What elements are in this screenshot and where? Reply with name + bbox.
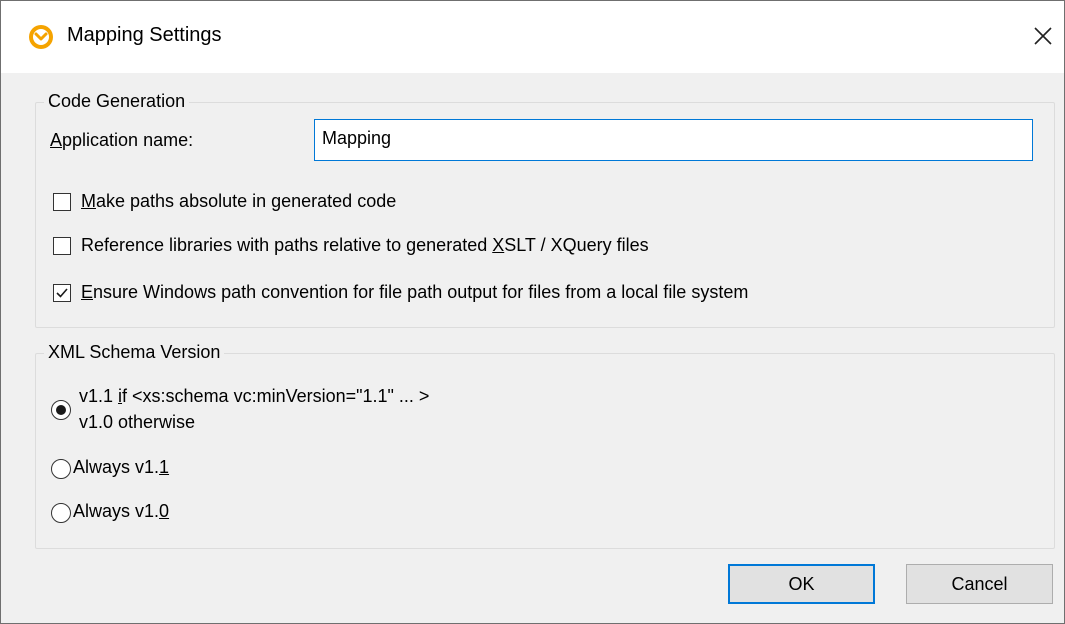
reference-libraries-mnemonic: X <box>492 235 505 255</box>
cancel-button[interactable]: Cancel <box>906 564 1053 604</box>
code-generation-legend: Code Generation <box>44 91 190 112</box>
checkmark-icon <box>56 288 68 298</box>
schema-always-v11-mnemonic: 1 <box>159 457 170 477</box>
schema-always-v10-mnemonic: 0 <box>159 501 170 521</box>
make-paths-absolute-label[interactable]: Make paths absolute in generated code <box>81 191 396 212</box>
schema-auto-label-line2: v1.0 otherwise <box>79 412 196 432</box>
xml-schema-version-legend: XML Schema Version <box>44 342 225 363</box>
schema-always-v11-label-before: Always v1. <box>73 457 160 477</box>
application-name-mnemonic: A <box>50 130 63 150</box>
ensure-windows-path-label[interactable]: Ensure Windows path convention for file … <box>81 282 748 303</box>
schema-auto-label-before: v1.1 <box>79 386 119 406</box>
xml-schema-version-group: XML Schema Version <box>35 342 1055 549</box>
ok-button[interactable]: OK <box>728 564 875 604</box>
make-paths-absolute-checkbox[interactable] <box>53 193 71 211</box>
reference-libraries-label-rest: SLT / XQuery files <box>504 235 649 255</box>
schema-always-v11-radio[interactable] <box>51 459 71 479</box>
schema-auto-label-rest: f <xs:schema vc:minVersion="1.1" ... > <box>122 386 430 406</box>
reference-libraries-label-before: Reference libraries with paths relative … <box>81 235 493 255</box>
reference-libraries-label[interactable]: Reference libraries with paths relative … <box>81 235 649 256</box>
reference-libraries-checkbox[interactable] <box>53 237 71 255</box>
title-bar: Mapping Settings <box>1 1 1064 73</box>
schema-always-v10-radio[interactable] <box>51 503 71 523</box>
schema-always-v10-label-before: Always v1. <box>73 501 160 521</box>
ensure-windows-path-label-rest: nsure Windows path convention for file p… <box>93 282 749 302</box>
window-title: Mapping Settings <box>67 24 222 46</box>
schema-always-v11-label[interactable]: Always v1.1 <box>73 457 169 478</box>
make-paths-absolute-mnemonic: M <box>81 191 96 211</box>
mapforce-app-icon <box>29 25 53 49</box>
close-icon[interactable] <box>1026 19 1060 53</box>
schema-auto-radio[interactable] <box>51 400 71 420</box>
make-paths-absolute-label-rest: ake paths absolute in generated code <box>96 191 397 211</box>
ensure-windows-path-mnemonic: E <box>81 282 94 302</box>
mapping-settings-dialog: Mapping Settings Code Generation Applica… <box>0 0 1065 624</box>
ensure-windows-path-checkbox[interactable] <box>53 284 71 302</box>
schema-always-v10-label[interactable]: Always v1.0 <box>73 501 169 522</box>
application-name-label: Application name: <box>50 130 193 151</box>
application-name-input[interactable] <box>314 119 1033 161</box>
application-name-label-rest: pplication name: <box>62 130 194 150</box>
schema-auto-label-line1[interactable]: v1.1 if <xs:schema vc:minVersion="1.1" .… <box>79 386 429 407</box>
